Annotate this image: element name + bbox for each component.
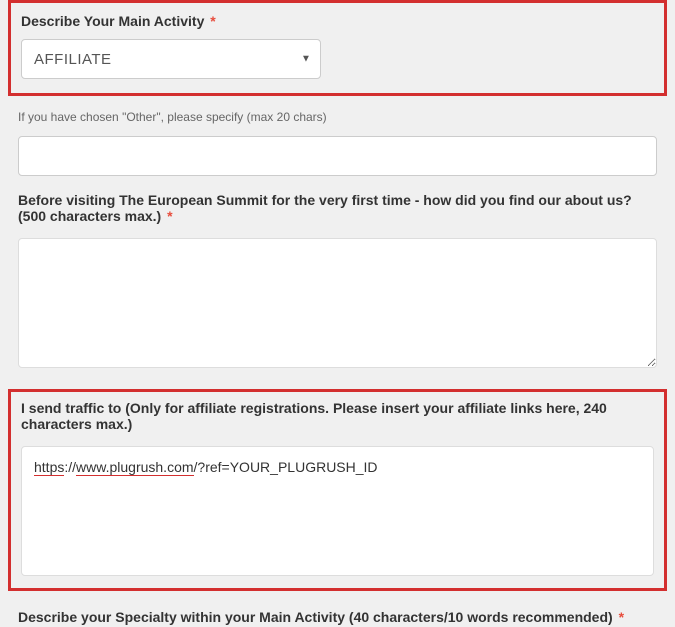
required-mark: * <box>167 208 172 224</box>
main-activity-select[interactable]: AFFILIATE <box>21 39 321 79</box>
other-specify-label: If you have chosen "Other", please speci… <box>18 110 657 124</box>
main-activity-highlight: Describe Your Main Activity * AFFILIATE … <box>8 0 667 96</box>
specialty-group: Describe your Specialty within your Main… <box>8 605 667 627</box>
traffic-textarea[interactable]: https://www.plugrush.com/?ref=YOUR_PLUGR… <box>21 446 654 576</box>
traffic-url-host: www.plugrush.com <box>76 459 194 476</box>
main-activity-label-text: Describe Your Main Activity <box>21 13 204 29</box>
traffic-url-path: /?ref=YOUR_PLUGRUSH_ID <box>194 459 378 475</box>
specialty-label-text: Describe your Specialty within your Main… <box>18 609 613 625</box>
other-specify-group: If you have chosen "Other", please speci… <box>8 110 667 176</box>
traffic-url-sep: :// <box>64 459 76 475</box>
find-us-group: Before visiting The European Summit for … <box>8 192 667 373</box>
main-activity-label: Describe Your Main Activity * <box>21 13 654 29</box>
other-specify-input[interactable] <box>18 136 657 176</box>
specialty-label: Describe your Specialty within your Main… <box>18 609 624 625</box>
find-us-label: Before visiting The European Summit for … <box>18 192 657 224</box>
required-mark: * <box>619 609 624 625</box>
traffic-highlight: I send traffic to (Only for affiliate re… <box>8 389 667 591</box>
find-us-label-text: Before visiting The European Summit for … <box>18 192 632 224</box>
required-mark: * <box>210 13 215 29</box>
traffic-label: I send traffic to (Only for affiliate re… <box>21 400 654 432</box>
chevron-down-icon: ▼ <box>301 54 642 65</box>
find-us-textarea[interactable] <box>18 238 657 368</box>
main-activity-select-wrap: AFFILIATE ▼ <box>21 39 654 79</box>
traffic-url-protocol: https <box>34 459 64 476</box>
